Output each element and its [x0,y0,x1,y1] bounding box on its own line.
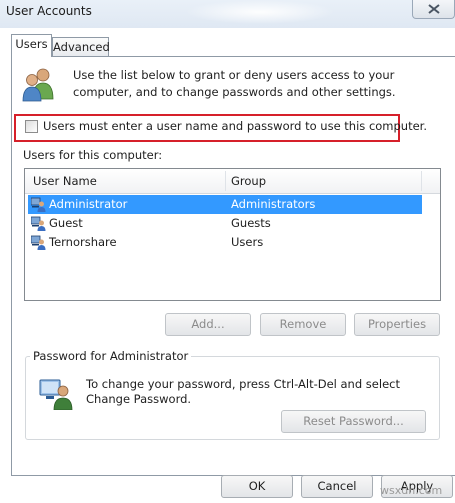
tab-users[interactable]: Users [11,34,52,57]
properties-button[interactable]: Properties [354,313,440,336]
users-list[interactable]: User Name Group Administrator Administra… [24,168,441,301]
tab-advanced-label: Advanced [53,40,110,54]
remove-user-button[interactable]: Remove [260,313,346,336]
user-password-icon [39,378,75,413]
column-separator[interactable] [421,171,422,191]
require-login-checkbox[interactable] [25,120,38,133]
cell-group: Administrators [231,197,316,211]
cancel-button[interactable]: Cancel [301,475,373,498]
table-row[interactable]: Guest Guests [28,214,422,233]
description-text: Use the list below to grant or deny user… [73,68,396,99]
column-header-user-name[interactable]: User Name [33,174,97,188]
require-login-label[interactable]: Users must enter a user name and passwor… [43,119,427,133]
table-row[interactable]: Administrator Administrators [28,195,422,214]
users-list-label: Users for this computer: [23,148,163,162]
users-icon [21,66,57,105]
title-bar: User Accounts [0,0,455,28]
ok-button[interactable]: OK [221,475,293,498]
user-icon [30,216,46,234]
title-bar-glow [185,0,335,24]
window-title: User Accounts [6,4,92,18]
password-instructions: To change your password, press Ctrl-Alt-… [86,377,400,406]
close-icon [428,4,440,14]
cell-group: Users [231,235,264,249]
tab-users-label: Users [15,37,48,51]
cell-group: Guests [231,216,271,230]
cell-user-name: Administrator [49,197,128,211]
column-separator[interactable] [225,171,226,191]
list-header: User Name Group [25,169,440,194]
table-row[interactable]: Ternorshare Users [28,233,422,252]
tab-advanced[interactable]: Advanced [52,37,110,57]
column-header-group[interactable]: Group [231,174,266,188]
reset-password-button[interactable]: Reset Password... [281,410,426,433]
cell-user-name: Ternorshare [49,235,117,249]
password-group-label: Password for Administrator [30,349,192,363]
add-user-button[interactable]: Add... [165,313,251,336]
cell-user-name: Guest [49,216,83,230]
user-icon [30,197,46,215]
user-icon [30,235,46,253]
close-button[interactable] [412,0,455,19]
watermark: wsxdn.com [380,484,443,497]
